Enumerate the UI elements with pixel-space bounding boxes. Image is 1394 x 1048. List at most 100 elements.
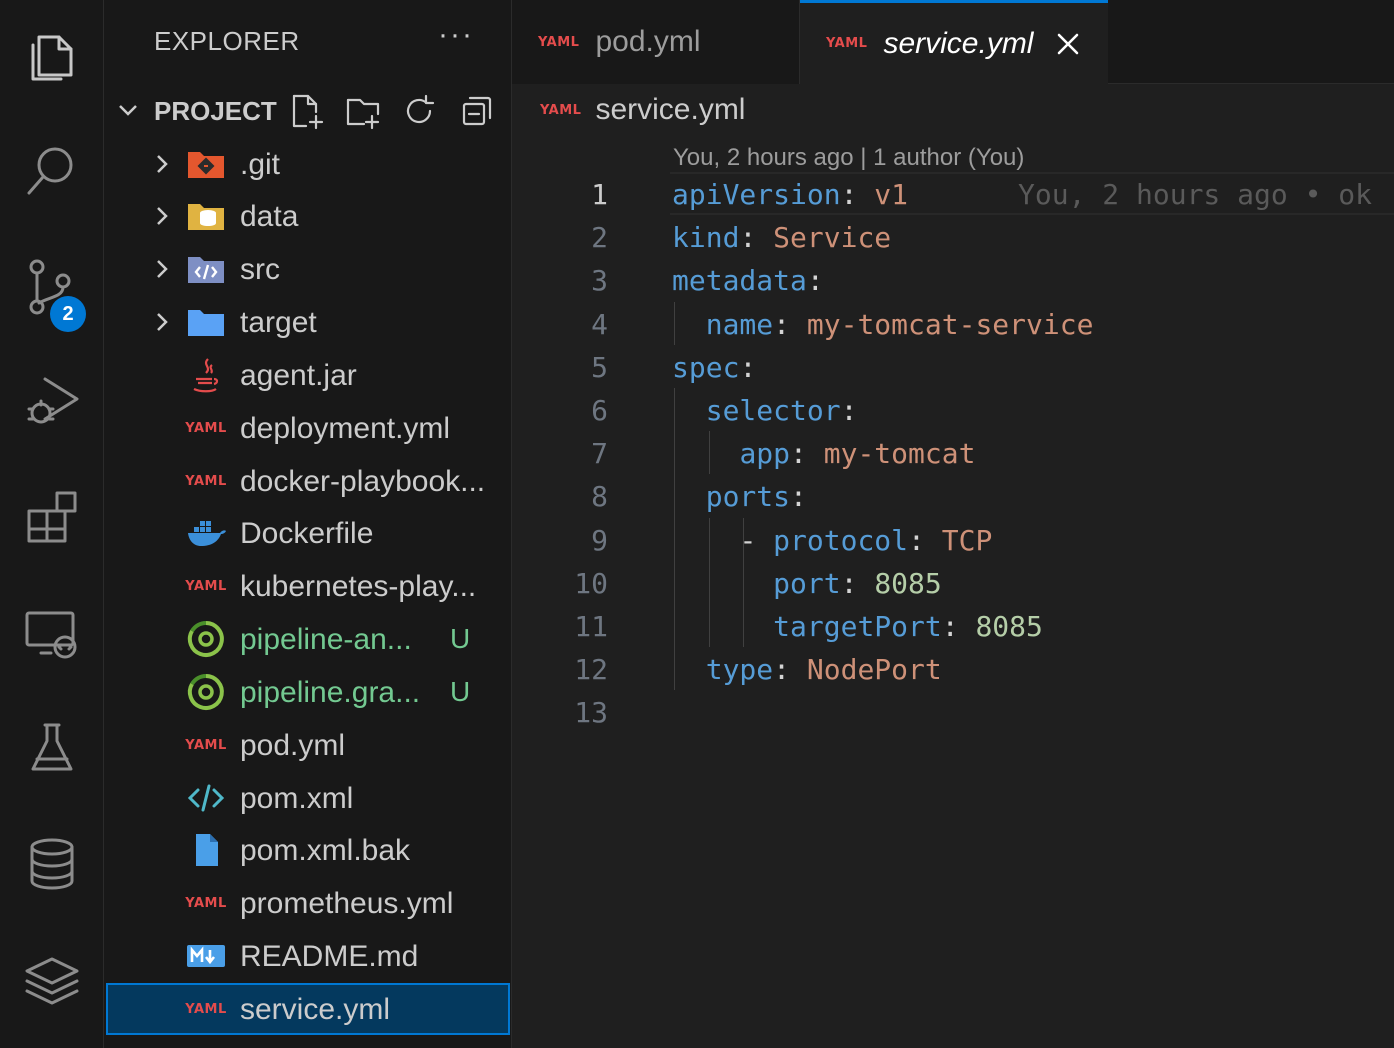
collapse-all-icon[interactable] [458,92,496,130]
code-line[interactable]: 10 port: 8085 [512,561,1394,604]
tree-item-pom-xml-bak[interactable]: pom.xml.bak [104,824,512,876]
code-text: app: my-tomcat [672,437,975,470]
code-line[interactable]: 2 kind: Service [512,215,1394,258]
code-line[interactable]: 12 type: NodePort [512,647,1394,690]
yaml-key: targetPort [773,610,942,643]
file-icon [186,832,226,868]
chevron-right-icon [150,310,174,334]
yaml-value: TCP [941,523,993,557]
yaml-icon: YAML [185,1001,227,1017]
yaml-value: my-tomcat-service [806,307,1094,341]
run-debug-icon[interactable] [0,350,104,450]
docker-icon [186,515,226,551]
more-actions-button[interactable]: ··· [438,18,474,52]
yaml-icon: YAML [540,102,582,118]
tree-item-label: agent.jar [240,359,357,392]
database-icon[interactable] [0,814,104,914]
tree-item-target[interactable]: target [104,296,512,348]
colon: : [941,610,976,643]
project-label: PROJECT [154,96,277,126]
tab-service-yml[interactable]: YAML service.yml [800,0,1108,84]
yaml-key: app [739,437,791,471]
line-number: 11 [574,610,608,643]
code-editor[interactable]: You, 2 hours ago | 1 author (You) 1 apiVe… [512,130,1394,1048]
line-number: 6 [591,394,608,427]
code-line[interactable]: 5 spec: [512,345,1394,388]
code-line[interactable]: 11 targetPort: 8085 [512,604,1394,647]
source-control-icon[interactable]: 2 [0,236,104,336]
tree-item-agent-jar[interactable]: agent.jar [104,349,512,401]
extensions-icon[interactable] [0,466,104,566]
tree-item-docker-playbook[interactable]: YAML docker-playbook... [104,455,512,507]
tree-item-label: pod.yml [240,729,346,762]
line-number: 9 [591,523,608,557]
circleci-icon [186,620,226,657]
code-text: ports: [672,480,807,513]
colon: : [908,523,942,557]
yaml-value: my-tomcat [823,437,976,471]
tree-item-pipeline-an[interactable]: pipeline-an... U [104,613,512,665]
code-line[interactable]: 4 name: my-tomcat-service [512,302,1394,345]
code-line[interactable]: 1 apiVersion: v1 You, 2 hours ago • ok [512,172,1394,215]
colon: : [739,350,757,384]
code-text: apiVersion: v1 [672,178,908,211]
code-text: targetPort: 8085 [672,610,1043,643]
new-folder-icon[interactable] [344,92,382,130]
tree-item-prometheus-yml[interactable]: YAML prometheus.yml [104,877,512,929]
tree-item-label: pom.xml [240,782,354,815]
tree-item-data[interactable]: data [104,190,512,242]
code-line[interactable]: 13 [512,690,1394,733]
testing-icon[interactable] [0,698,104,798]
tree-item-pom-xml[interactable]: pom.xml [104,772,512,824]
tree-item-src[interactable]: src [104,243,512,295]
tab-pod-yml[interactable]: YAML pod.yml [512,0,800,84]
code-line[interactable]: 9 - protocol: TCP [512,518,1394,561]
code-line[interactable]: 8 ports: [512,474,1394,517]
tree-item-pod-yml[interactable]: YAML pod.yml [104,719,512,771]
inline-blame: You, 2 hours ago • ok [1018,178,1373,211]
tree-item-deployment-yml[interactable]: YAML deployment.yml [104,402,512,454]
git-folder-icon [186,146,226,182]
chevron-down-icon [116,98,140,122]
line-number: 3 [591,264,608,298]
tree-item-label: prometheus.yml [240,887,454,920]
explorer-icon[interactable] [0,6,104,106]
tree-item-label: pom.xml.bak [240,834,411,867]
code-line[interactable]: 6 selector: [512,388,1394,431]
code-line[interactable]: 7 app: my-tomcat [512,431,1394,474]
tab-label: pod.yml [595,25,701,58]
close-icon[interactable] [1053,29,1083,59]
indent-guide [674,388,675,691]
breadcrumb-file[interactable]: service.yml [595,93,745,127]
layers-icon[interactable] [0,930,104,1030]
tree-item-label: README.md [240,940,419,973]
tree-item-readme-md[interactable]: README.md [104,930,512,982]
line-number: 1 [591,178,608,211]
remote-explorer-icon[interactable] [0,582,104,682]
code-text: name: my-tomcat-service [672,307,1094,341]
folder-icon [186,304,226,340]
tree-item-service-yml[interactable]: YAML service.yml [106,983,510,1035]
tree-item-label: kubernetes-play... [240,570,477,603]
untracked-badge: U [450,676,471,707]
breadcrumb[interactable]: YAML service.yml [540,92,745,128]
tree-item-kubernetes-playbook[interactable]: YAML kubernetes-play... [104,560,512,612]
chevron-right-icon [150,257,174,281]
tree-item-dockerfile[interactable]: Dockerfile [104,507,512,559]
yaml-icon: YAML [185,473,227,489]
tree-item-git[interactable]: .git [104,138,512,190]
codelens-blame[interactable]: You, 2 hours ago | 1 author (You) [673,144,1024,172]
tree-item-label: target [240,306,317,339]
tree-item-pipeline-gra[interactable]: pipeline.gra... U [104,666,512,718]
project-header[interactable]: PROJECT [104,84,512,136]
search-icon[interactable] [0,120,104,220]
refresh-icon[interactable] [400,92,438,130]
code-line[interactable]: 3 metadata: [512,258,1394,301]
new-file-icon[interactable] [288,92,326,130]
yaml-value: Service [773,221,892,255]
yaml-key: spec [672,350,740,384]
